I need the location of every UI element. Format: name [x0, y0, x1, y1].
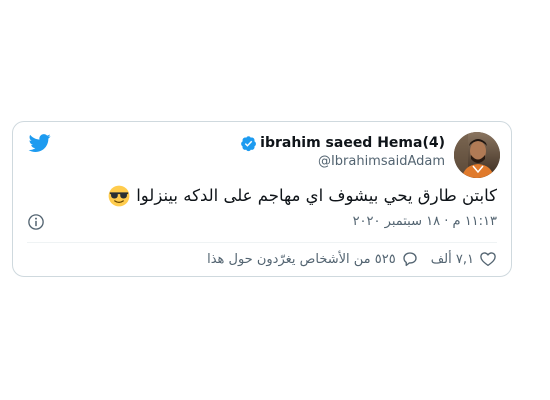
info-icon[interactable] [27, 213, 45, 231]
smiling-face-with-sunglasses-icon [108, 185, 130, 207]
tweet-card[interactable]: ibrahim saeed Hema(4) @IbrahimsaidAdam ك… [12, 121, 512, 277]
conversation-label: ٥٢٥ من الأشخاص يغرّدون حول هذا [207, 251, 396, 267]
tweet-author[interactable]: ibrahim saeed Hema(4) @IbrahimsaidAdam [240, 133, 445, 169]
like-count: ٧,١ ألف [430, 251, 474, 267]
like-button[interactable]: ٧,١ ألف [431, 250, 497, 268]
twitter-bird-icon[interactable] [28, 132, 52, 154]
tweet-text: كابتن طارق يحي بيشوف اي مهاجم على الدكه … [136, 186, 497, 205]
reply-conversation-link[interactable]: ٥٢٥ من الأشخاص يغرّدون حول هذا [207, 250, 419, 268]
divider [27, 242, 497, 243]
tweet-actions: ٧,١ ألف ٥٢٥ من الأشخاص يغرّدون حول هذا [207, 250, 497, 268]
author-name[interactable]: ibrahim saeed Hema(4) [260, 135, 445, 151]
avatar[interactable] [454, 132, 500, 178]
verified-badge-icon [241, 135, 257, 151]
tweet-timestamp[interactable]: ١١:١٣ م · ١٨ سبتمبر ٢٠٢٠ [353, 214, 497, 229]
author-handle[interactable]: @IbrahimsaidAdam [240, 154, 445, 169]
speech-bubble-icon [403, 252, 417, 267]
heart-icon [480, 252, 496, 267]
tweet-body: كابتن طارق يحي بيشوف اي مهاجم على الدكه … [108, 184, 497, 208]
